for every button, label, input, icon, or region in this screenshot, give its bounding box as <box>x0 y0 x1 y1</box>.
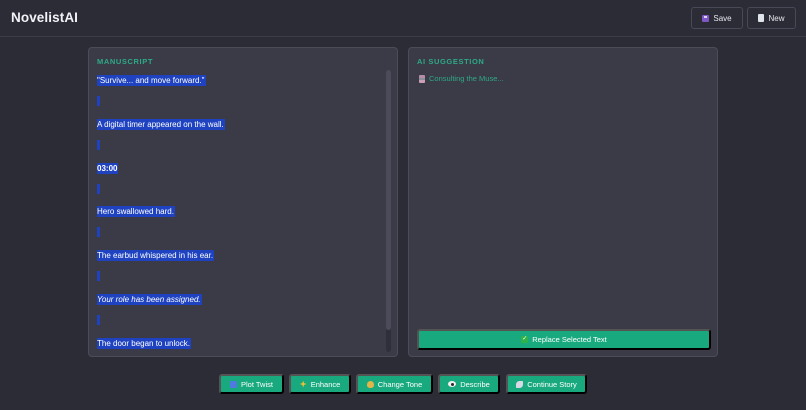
app-title: NovelistAI <box>11 10 79 25</box>
manuscript-line[interactable]: The earbud whispered in his ear. <box>97 250 215 261</box>
suggestion-heading: AI SUGGESTION <box>417 57 485 66</box>
checkbox-icon: ✓ <box>521 336 529 343</box>
manuscript-heading: MANUSCRIPT <box>97 57 153 66</box>
suggestion-panel: AI SUGGESTION Consulting the Muse... ✓ R… <box>408 47 718 357</box>
plot-twist-icon <box>230 380 238 388</box>
replace-selected-text-button[interactable]: ✓ Replace Selected Text <box>417 329 711 350</box>
manuscript-line[interactable]: 03:00 <box>97 163 119 174</box>
change-tone-button[interactable]: Change Tone <box>356 374 433 394</box>
continue-story-label: Continue Story <box>527 379 577 389</box>
blank-line-selection <box>97 271 100 281</box>
enhance-button[interactable]: Enhance <box>289 374 351 394</box>
blank-line-selection <box>97 96 100 106</box>
floppy-disk-icon <box>702 14 710 22</box>
manuscript-line[interactable]: Hero swallowed hard. <box>97 206 175 217</box>
describe-button[interactable]: Describe <box>438 374 500 394</box>
top-bar: NovelistAI Save New <box>0 0 806 37</box>
suggestion-status-text: Consulting the Muse... <box>429 74 504 83</box>
hourglass-icon <box>419 74 425 83</box>
blank-line-selection <box>97 140 100 150</box>
continue-story-button[interactable]: Continue Story <box>506 374 587 394</box>
manuscript-editor[interactable]: "Survive... and move forward." A digital… <box>97 74 381 352</box>
blank-line-selection <box>97 315 100 325</box>
manuscript-line[interactable]: A digital timer appeared on the wall. <box>97 119 225 130</box>
eye-icon <box>448 381 457 387</box>
document-icon <box>758 14 765 22</box>
save-button-label: Save <box>713 13 732 23</box>
manuscript-scrollbar[interactable] <box>386 70 391 352</box>
new-button[interactable]: New <box>747 7 796 29</box>
manuscript-line[interactable]: "Survive... and move forward." <box>97 75 206 86</box>
new-button-label: New <box>768 13 785 23</box>
rocket-icon <box>516 380 524 388</box>
sparkles-icon <box>299 380 307 388</box>
blank-line-selection <box>97 184 100 194</box>
manuscript-line[interactable]: The door began to unlock. <box>97 338 191 349</box>
blank-line-selection <box>97 227 100 237</box>
plot-twist-button[interactable]: Plot Twist <box>219 374 284 394</box>
describe-label: Describe <box>460 379 490 389</box>
suggestion-status: Consulting the Muse... <box>419 74 504 83</box>
theater-icon <box>366 380 374 388</box>
manuscript-panel: MANUSCRIPT "Survive... and move forward.… <box>88 47 398 357</box>
change-tone-label: Change Tone <box>377 379 423 389</box>
scrollbar-thumb[interactable] <box>386 70 391 330</box>
manuscript-line[interactable]: Your role has been assigned. <box>97 294 202 305</box>
save-button[interactable]: Save <box>691 7 743 29</box>
enhance-label: Enhance <box>310 379 341 389</box>
replace-button-label: Replace Selected Text <box>532 335 607 344</box>
plot-twist-label: Plot Twist <box>241 379 273 389</box>
